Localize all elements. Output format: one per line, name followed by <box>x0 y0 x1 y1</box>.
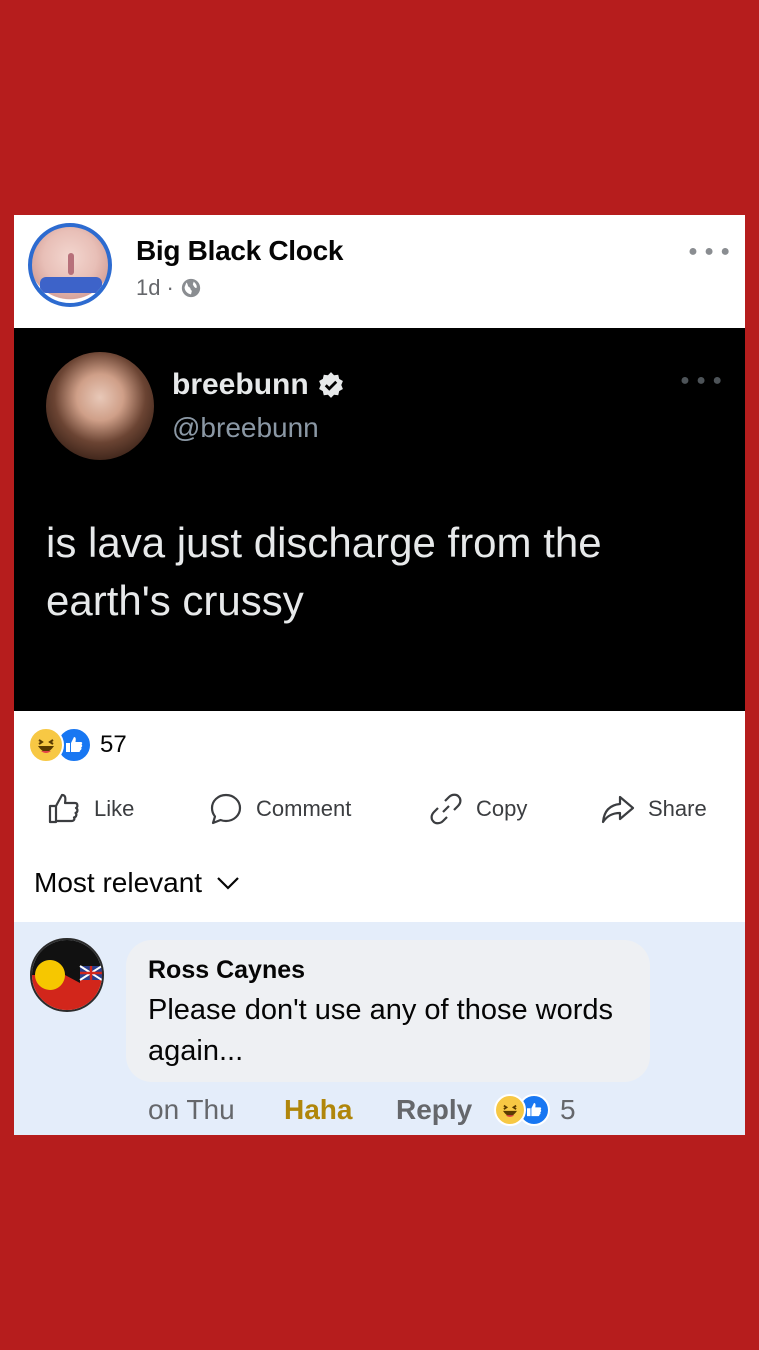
comment-sort-dropdown[interactable]: Most relevant <box>34 867 240 899</box>
post-meta: 1d · <box>136 275 202 301</box>
like-label: Like <box>94 796 135 821</box>
sort-label: Most relevant <box>34 867 203 898</box>
comment-reaction-count: 5 <box>560 1094 576 1125</box>
more-options-icon[interactable]: ● ● ● <box>688 243 731 261</box>
copy-button[interactable]: Copy <box>428 791 527 827</box>
verified-badge-icon <box>318 372 343 398</box>
link-icon <box>430 793 462 825</box>
tweet-handle: @breebunn <box>172 412 319 443</box>
comment-reply-button[interactable]: Reply <box>396 1094 494 1126</box>
comment-reaction-summary[interactable]: 5 <box>494 1094 576 1126</box>
post-time[interactable]: 1d <box>136 275 160 301</box>
comment-text: Please don't use any of those words agai… <box>148 994 613 1067</box>
commenter-name[interactable]: Ross Caynes <box>148 956 305 985</box>
comment-time[interactable]: on Thu <box>148 1094 284 1126</box>
comment-bubble-icon <box>210 793 242 825</box>
tweet-text: is lava just discharge from the earth's … <box>46 519 602 624</box>
tweet-display-name: breebunn <box>172 368 345 402</box>
tweet-more-icon: ● ● ● <box>680 372 723 389</box>
page-name[interactable]: Big Black Clock <box>136 235 343 267</box>
like-button[interactable]: Like <box>46 791 134 827</box>
commenter-avatar[interactable] <box>30 938 104 1012</box>
comment-label: Comment <box>256 796 352 821</box>
post-card: Big Black Clock 1d · ● ● ● breebunn @bre… <box>14 215 745 1135</box>
share-button[interactable]: Share <box>600 791 707 827</box>
haha-emoji-icon <box>28 727 64 763</box>
tweet-name-text: breebunn <box>172 368 309 401</box>
tweet-screenshot: breebunn @breebunn ● ● ● is lava just di… <box>14 328 745 711</box>
aboriginal-flag-avatar-icon <box>32 940 102 1010</box>
tweet-avatar <box>46 352 154 460</box>
comment-reaction-button[interactable]: Haha <box>284 1094 396 1126</box>
avatar-image-detail <box>68 253 74 275</box>
avatar-image-band <box>40 277 102 293</box>
comment-button[interactable]: Comment <box>208 791 351 827</box>
share-arrow-icon <box>601 795 635 824</box>
copy-label: Copy <box>476 796 528 821</box>
comment-bubble: Ross Caynes Please don't use any of thos… <box>126 940 650 1082</box>
comment-list: Ross Caynes Please don't use any of thos… <box>14 922 745 1135</box>
globe-icon <box>181 278 200 298</box>
post-header: Big Black Clock 1d · ● ● ● <box>14 215 745 327</box>
page-avatar[interactable] <box>28 223 112 307</box>
comment-footer: on Thu Haha Reply 5 <box>148 1094 576 1126</box>
thumbs-up-icon <box>48 793 79 824</box>
share-label: Share <box>648 796 707 821</box>
action-bar: Like Comment Copy Share <box>14 785 745 833</box>
meta-separator: · <box>166 275 174 300</box>
reaction-summary[interactable]: 57 <box>28 727 127 763</box>
reaction-count: 57 <box>100 731 127 758</box>
chevron-down-icon <box>217 877 239 890</box>
haha-emoji-icon <box>494 1094 526 1126</box>
